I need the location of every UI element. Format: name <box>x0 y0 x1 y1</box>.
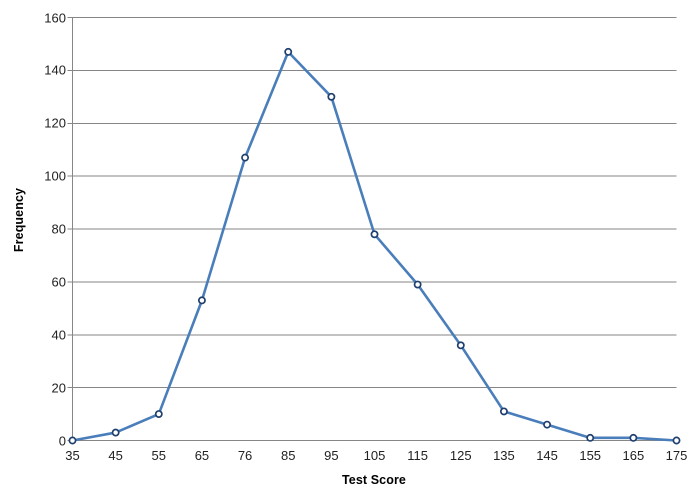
data-point-marker <box>586 433 595 442</box>
x-axis-title: Test Score <box>342 473 406 487</box>
data-point-marker <box>154 410 163 419</box>
x-tick-label: 65 <box>194 448 210 463</box>
tick-marks <box>67 17 73 441</box>
x-tick-label: 145 <box>536 448 558 463</box>
x-tick-label: 105 <box>363 448 386 463</box>
data-point-marker <box>241 153 250 162</box>
x-tick-label: 35 <box>65 448 80 463</box>
data-point-marker <box>413 280 422 289</box>
x-tick-label: 175 <box>665 448 688 463</box>
data-point-marker <box>499 407 508 416</box>
x-tick-label: 45 <box>108 448 123 463</box>
plot-area <box>67 17 681 445</box>
gridlines <box>72 17 677 389</box>
x-tick-label: 165 <box>622 448 645 463</box>
data-point-marker <box>327 92 336 101</box>
x-tick-label: 76 <box>237 448 253 463</box>
line-chart: Frequency 0 20 40 60 80 100 120 140 160 35 45 55 65… <box>0 0 696 503</box>
x-tick-label: 125 <box>449 448 472 463</box>
data-point-marker <box>68 436 77 445</box>
series-line-frequency <box>71 50 678 442</box>
data-point-marker <box>543 420 552 429</box>
data-point-marker <box>111 428 120 437</box>
data-point-marker <box>197 296 206 305</box>
data-point-markers <box>68 47 681 445</box>
data-point-marker <box>370 230 379 239</box>
data-point-marker <box>456 341 465 350</box>
x-tick-label: 55 <box>151 448 167 463</box>
x-tick-label: 95 <box>324 448 339 463</box>
x-tick-label: 155 <box>579 448 602 463</box>
x-tick-label: 85 <box>280 448 296 463</box>
x-tick-label: 115 <box>407 448 428 463</box>
data-point-marker <box>284 47 293 56</box>
data-point-marker <box>672 436 681 445</box>
data-point-marker <box>629 433 638 442</box>
x-tick-label: 135 <box>493 448 515 463</box>
